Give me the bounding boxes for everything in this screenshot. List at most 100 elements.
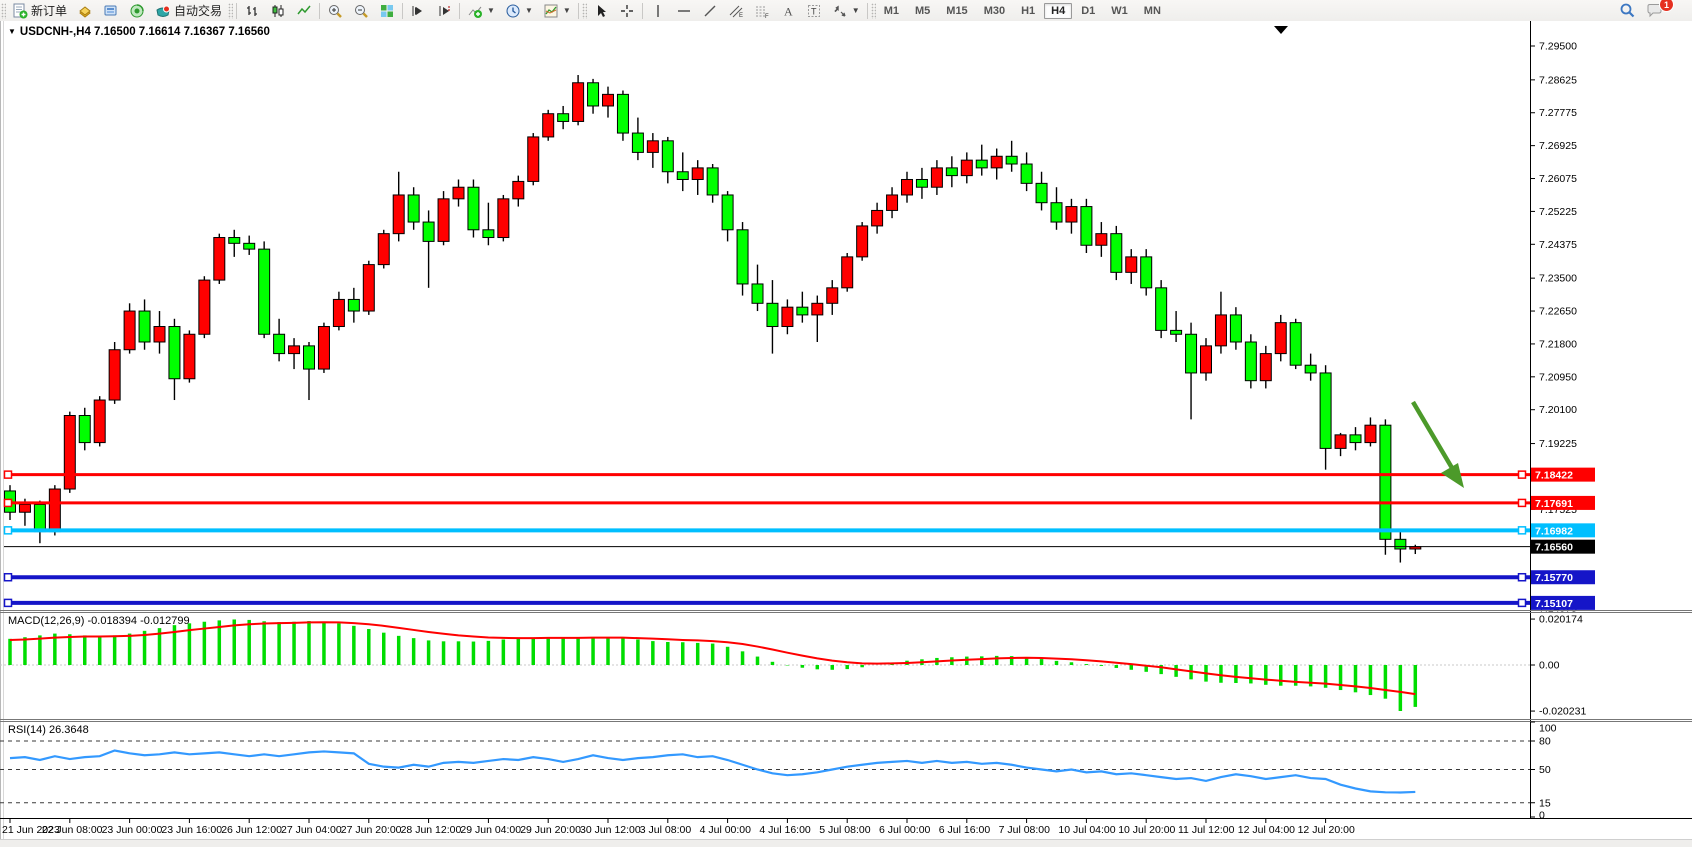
zoom-in-button[interactable]	[322, 1, 348, 20]
line-chart-icon	[296, 3, 312, 19]
chart-shift-marker[interactable]	[1274, 26, 1288, 34]
timeframe-button-m1[interactable]: M1	[877, 3, 906, 19]
indicators-button[interactable]: ▼	[462, 1, 500, 20]
candle-body	[603, 94, 614, 106]
toolbar-grip[interactable]	[582, 3, 587, 19]
candle-body	[692, 168, 703, 180]
signals-button[interactable]	[124, 1, 150, 20]
rsi-indicator-label: RSI(14) 26.3648	[8, 724, 89, 736]
svg-text:E: E	[739, 13, 743, 19]
time-tick-label: 29 Jun 04:00	[460, 824, 521, 836]
candle-body	[1260, 354, 1271, 381]
periods-button[interactable]: ▼	[500, 1, 538, 20]
text-label-button[interactable]: T	[801, 1, 827, 20]
timeframe-button-m30[interactable]: M30	[977, 3, 1012, 19]
candle-body	[453, 187, 464, 199]
timeframe-button-h1[interactable]: H1	[1014, 3, 1042, 19]
candle-body	[393, 195, 404, 234]
hline-handle[interactable]	[5, 471, 12, 478]
data-window-button[interactable]	[98, 1, 124, 20]
trendline-icon	[702, 3, 718, 19]
vertical-line-icon	[650, 3, 666, 19]
candle-body	[916, 179, 927, 187]
line-chart-button[interactable]	[291, 1, 317, 20]
auto-trading-button[interactable]: 自动交易	[150, 1, 227, 20]
hline-handle[interactable]	[5, 599, 12, 606]
zoom-in-icon	[327, 3, 343, 19]
toolbar-grip[interactable]	[871, 3, 876, 19]
candle-body	[438, 199, 449, 242]
current-price-label: 7.16560	[1535, 542, 1573, 554]
fibonacci-button[interactable]: F	[749, 1, 775, 20]
templates-button[interactable]: ▼	[538, 1, 576, 20]
candle-body	[94, 400, 105, 443]
price-tick-label: 7.20950	[1539, 371, 1577, 383]
hline-handle[interactable]	[1519, 574, 1526, 581]
price-tick-label: 7.22650	[1539, 306, 1577, 318]
trendline-button[interactable]	[697, 1, 723, 20]
tile-windows-button[interactable]	[374, 1, 400, 20]
chart-canvas[interactable]: 7.295007.286257.277757.269257.260757.252…	[0, 21, 1692, 846]
candle-body	[1081, 207, 1092, 246]
time-axis[interactable]: 21 Jun 202322 Jun 08:0023 Jun 00:0023 Ju…	[2, 818, 1355, 836]
horizontal-line-button[interactable]	[671, 1, 697, 20]
hline-handle[interactable]	[5, 574, 12, 581]
time-tick-label: 6 Jul 00:00	[879, 824, 931, 836]
toolbar-grip[interactable]	[1, 3, 6, 19]
candlestick-chart-button[interactable]	[265, 1, 291, 20]
vertical-line-button[interactable]	[645, 1, 671, 20]
bar-chart-button[interactable]	[239, 1, 265, 20]
hline-handle[interactable]	[1519, 471, 1526, 478]
candle-body	[662, 141, 673, 172]
hline-handle[interactable]	[1519, 499, 1526, 506]
zoom-out-button[interactable]	[348, 1, 374, 20]
chart-shift-button[interactable]	[431, 1, 457, 20]
candle-body	[378, 234, 389, 265]
hline-handle[interactable]	[5, 499, 12, 506]
rsi-pane: 1008050150	[0, 722, 1557, 822]
arrows-icon	[832, 3, 848, 19]
time-tick-label: 26 Jun 12:00	[221, 824, 282, 836]
candle-body	[857, 226, 868, 257]
horizontal-lines-layer[interactable]: 7.184227.176917.169827.157707.151077.165…	[4, 468, 1595, 610]
fibonacci-icon: F	[754, 3, 770, 19]
marketwatch-button[interactable]	[72, 1, 98, 20]
candle-body	[1350, 435, 1361, 443]
candle-body	[707, 168, 718, 195]
arrows-button[interactable]: ▼	[827, 1, 865, 20]
hline-handle[interactable]	[5, 527, 12, 534]
candle-body	[961, 160, 972, 175]
candle-body	[782, 307, 793, 326]
candle-body	[124, 311, 135, 350]
chat-button[interactable]: 1	[1641, 1, 1686, 20]
timeframe-button-m5[interactable]: M5	[908, 3, 937, 19]
timeframe-button-w1[interactable]: W1	[1104, 3, 1135, 19]
timeframe-button-d1[interactable]: D1	[1074, 3, 1102, 19]
timeframe-button-mn[interactable]: MN	[1137, 3, 1168, 19]
candle-body	[722, 195, 733, 230]
crosshair-button[interactable]	[614, 1, 640, 20]
timeframe-button-m15[interactable]: M15	[939, 3, 974, 19]
cursor-button[interactable]	[588, 1, 614, 20]
auto-scroll-button[interactable]	[405, 1, 431, 20]
new-order-button[interactable]: 新订单	[7, 1, 72, 20]
hline-handle[interactable]	[1519, 599, 1526, 606]
main-toolbar: 新订单 自动交易 ▼ ▼	[0, 0, 1692, 22]
candle-body	[1245, 342, 1256, 381]
arrow-shaft	[1413, 402, 1455, 473]
equidistant-channel-button[interactable]: E	[723, 1, 749, 20]
tile-windows-icon	[379, 3, 395, 19]
hline-handle[interactable]	[1519, 527, 1526, 534]
candle-body	[797, 307, 808, 315]
toolbar-grip[interactable]	[228, 3, 233, 19]
quote-dropdown-icon[interactable]: ▼	[8, 27, 16, 36]
candle-body	[1186, 334, 1197, 373]
candle-body	[677, 172, 688, 180]
candle-body	[872, 210, 883, 225]
price-axis[interactable]: 7.295007.286257.277757.269257.260757.252…	[1530, 21, 1577, 818]
time-tick-label: 7 Jul 08:00	[999, 824, 1051, 836]
text-button[interactable]: A	[775, 1, 801, 20]
search-button[interactable]	[1614, 1, 1641, 20]
timeframe-button-h4[interactable]: H4	[1044, 3, 1072, 19]
candle-body	[468, 187, 479, 230]
